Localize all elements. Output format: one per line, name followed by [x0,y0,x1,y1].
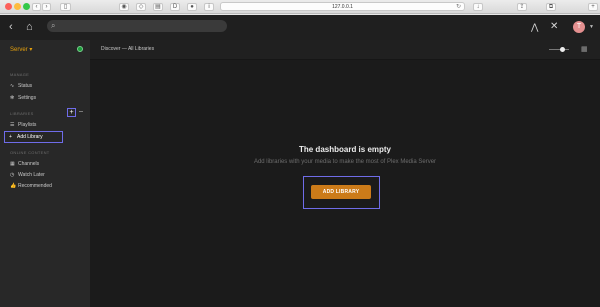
server-selector[interactable]: Server ▾ [10,46,32,53]
avatar[interactable]: T [573,21,585,33]
download-icon[interactable]: ↓ [473,3,483,11]
minus-icon[interactable] [79,111,83,112]
section-header-online-content: ONLINE CONTENT [10,150,50,155]
sidebar-item-label: Playlists [18,122,37,128]
add-library-button[interactable]: ADD LIBRARY [311,185,371,199]
sidebar-toggle-icon[interactable]: ▯ [60,3,71,11]
gear-icon: ✻ [10,95,15,101]
add-library-plus-icon[interactable]: + [67,108,76,117]
sidebar-item-label: Add Library [17,134,43,140]
extension-icon[interactable]: ◉ [119,3,129,11]
sidebar-item-add-library[interactable]: + Add Library [4,131,63,143]
search-icon: ⌕ [51,21,56,30]
sidebar-item-recommended[interactable]: 👍 Recommended [10,182,52,191]
server-status-icon [77,46,83,52]
grid-icon: ▦ [10,161,15,167]
sidebar-item-label: Channels [18,161,40,167]
size-slider[interactable] [549,49,569,50]
window-zoom-button[interactable] [23,3,30,10]
search-input[interactable]: ⌕ [47,20,227,32]
activity-icon[interactable]: ⋀ [531,22,538,33]
section-header-manage: MANAGE [10,72,30,77]
playlist-icon: ☰ [10,122,15,128]
sidebar-item-channels[interactable]: ▦ Channels [10,160,39,169]
reader-icon[interactable]: ▤ [153,3,163,11]
sidebar-item-watch-later[interactable]: ◷ Watch Later [10,171,45,180]
sidebar-item-playlists[interactable]: ☰ Playlists [10,121,36,130]
browser-toolbar: ‹ › ▯ ◉ ◇ ▤ D ● i 127.0.0.1 ↻ ↓ ⇪ ⧉ + [0,0,600,14]
back-icon[interactable]: ‹ [9,22,13,33]
address-bar[interactable]: 127.0.0.1 ↻ [220,2,465,11]
sidebar: Server ▾ MANAGE ∿ Status ✻ Settings LIBRAR… [0,40,90,307]
sidebar-item-label: Settings [18,95,37,101]
shield-icon[interactable]: ◇ [136,3,146,11]
address-url: 127.0.0.1 [332,4,353,10]
plex-top-bar: ‹ ⌂ ⌕ ⋀ ✕ T ▼ [0,15,600,40]
window-minimize-button[interactable] [14,3,21,10]
main-content: Discover — All Libraries ▦ The dashboard… [90,40,600,307]
chevron-down-icon: ▾ [29,47,33,53]
size-slider-handle[interactable] [560,47,565,52]
home-icon[interactable]: ⌂ [26,22,33,33]
server-label: Server [10,47,28,53]
clock-icon: ◷ [10,172,15,178]
share-icon[interactable]: ⇪ [517,3,527,11]
info-icon[interactable]: i [204,3,214,11]
plus-icon: + [9,134,12,140]
grid-view-icon[interactable]: ▦ [581,45,588,53]
sidebar-item-label: Watch Later [18,172,45,178]
sidebar-item-label: Recommended [18,183,52,189]
window-close-button[interactable] [5,3,12,10]
pulse-icon: ∿ [10,83,15,89]
main-header: Discover — All Libraries ▦ [90,40,600,60]
pin-icon[interactable]: ● [187,3,197,11]
sidebar-item-settings[interactable]: ✻ Settings [10,94,36,103]
section-header-libraries: LIBRARIES [10,111,34,116]
settings-wrench-icon[interactable]: ✕ [550,21,558,32]
breadcrumb: Discover — All Libraries [101,46,155,52]
browser-back-button[interactable]: ‹ [32,3,41,11]
chevron-down-icon[interactable]: ▼ [589,24,594,30]
d-extension-icon[interactable]: D [170,3,180,11]
sidebar-item-label: Status [18,83,33,89]
empty-state-subtitle: Add libraries with your media to make th… [253,159,437,165]
sidebar-item-status[interactable]: ∿ Status [10,82,32,91]
empty-state-title: The dashboard is empty [298,145,392,154]
tabs-overview-icon[interactable]: ⧉ [546,3,556,11]
thumbs-up-icon: 👍 [10,183,17,189]
new-tab-icon[interactable]: + [588,3,598,11]
reload-icon[interactable]: ↻ [456,3,461,11]
browser-forward-button[interactable]: › [42,3,51,11]
